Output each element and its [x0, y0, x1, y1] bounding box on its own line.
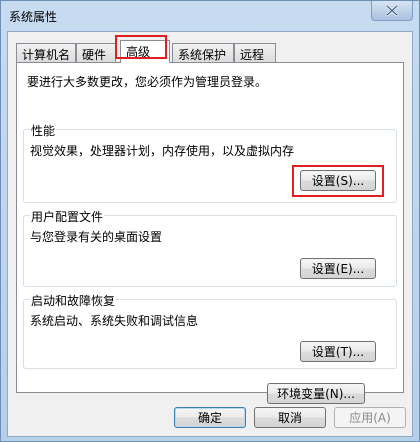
- performance-title: 性能: [30, 122, 57, 139]
- window-title: 系统属性: [9, 10, 58, 24]
- startup-recovery-title: 启动和故障恢复: [30, 292, 117, 309]
- close-button[interactable]: [371, 1, 413, 21]
- user-profiles-description: 与您登录有关的桌面设置: [30, 230, 163, 244]
- user-profiles-title: 用户配置文件: [30, 208, 105, 225]
- advanced-tab-panel: 要进行大多数更改，您必须作为管理员登录。 性能 视觉效果，处理器计划，内存使用，…: [16, 62, 404, 404]
- ok-button[interactable]: 确定: [174, 407, 246, 428]
- startup-recovery-settings-button[interactable]: 设置(T)...: [300, 341, 376, 362]
- performance-group: 性能 视觉效果，处理器计划，内存使用，以及虚拟内存 设置(S)...: [23, 122, 397, 203]
- apply-button[interactable]: 应用(A): [334, 407, 406, 428]
- tab-system-protection[interactable]: 系统保护: [172, 43, 234, 62]
- system-properties-window: 系统属性 计算机名 硬件 高级 系统保护 远程 要进行大多数更改，您必须作为管理…: [0, 0, 420, 442]
- startup-recovery-group: 启动和故障恢复 系统启动、系统失败和调试信息 设置(T)...: [23, 292, 397, 369]
- dialog-client-area: 计算机名 硬件 高级 系统保护 远程 要进行大多数更改，您必须作为管理员登录。 …: [7, 31, 413, 437]
- tab-remote[interactable]: 远程: [234, 43, 276, 62]
- user-profiles-settings-button[interactable]: 设置(E)...: [300, 258, 376, 279]
- user-profiles-group: 用户配置文件 与您登录有关的桌面设置 设置(E)...: [23, 208, 397, 287]
- advanced-tab-highlight: [115, 35, 167, 59]
- admin-note: 要进行大多数更改，您必须作为管理员登录。: [27, 75, 268, 89]
- tab-hardware[interactable]: 硬件: [76, 43, 116, 62]
- performance-description: 视觉效果，处理器计划，内存使用，以及虚拟内存: [30, 144, 295, 158]
- tab-computer-name[interactable]: 计算机名: [16, 43, 76, 62]
- startup-recovery-description: 系统启动、系统失败和调试信息: [30, 314, 199, 328]
- environment-variables-button[interactable]: 环境变量(N)...: [267, 383, 365, 404]
- cancel-button[interactable]: 取消: [254, 407, 326, 428]
- close-icon: [386, 5, 398, 16]
- performance-settings-button[interactable]: 设置(S)...: [300, 170, 376, 191]
